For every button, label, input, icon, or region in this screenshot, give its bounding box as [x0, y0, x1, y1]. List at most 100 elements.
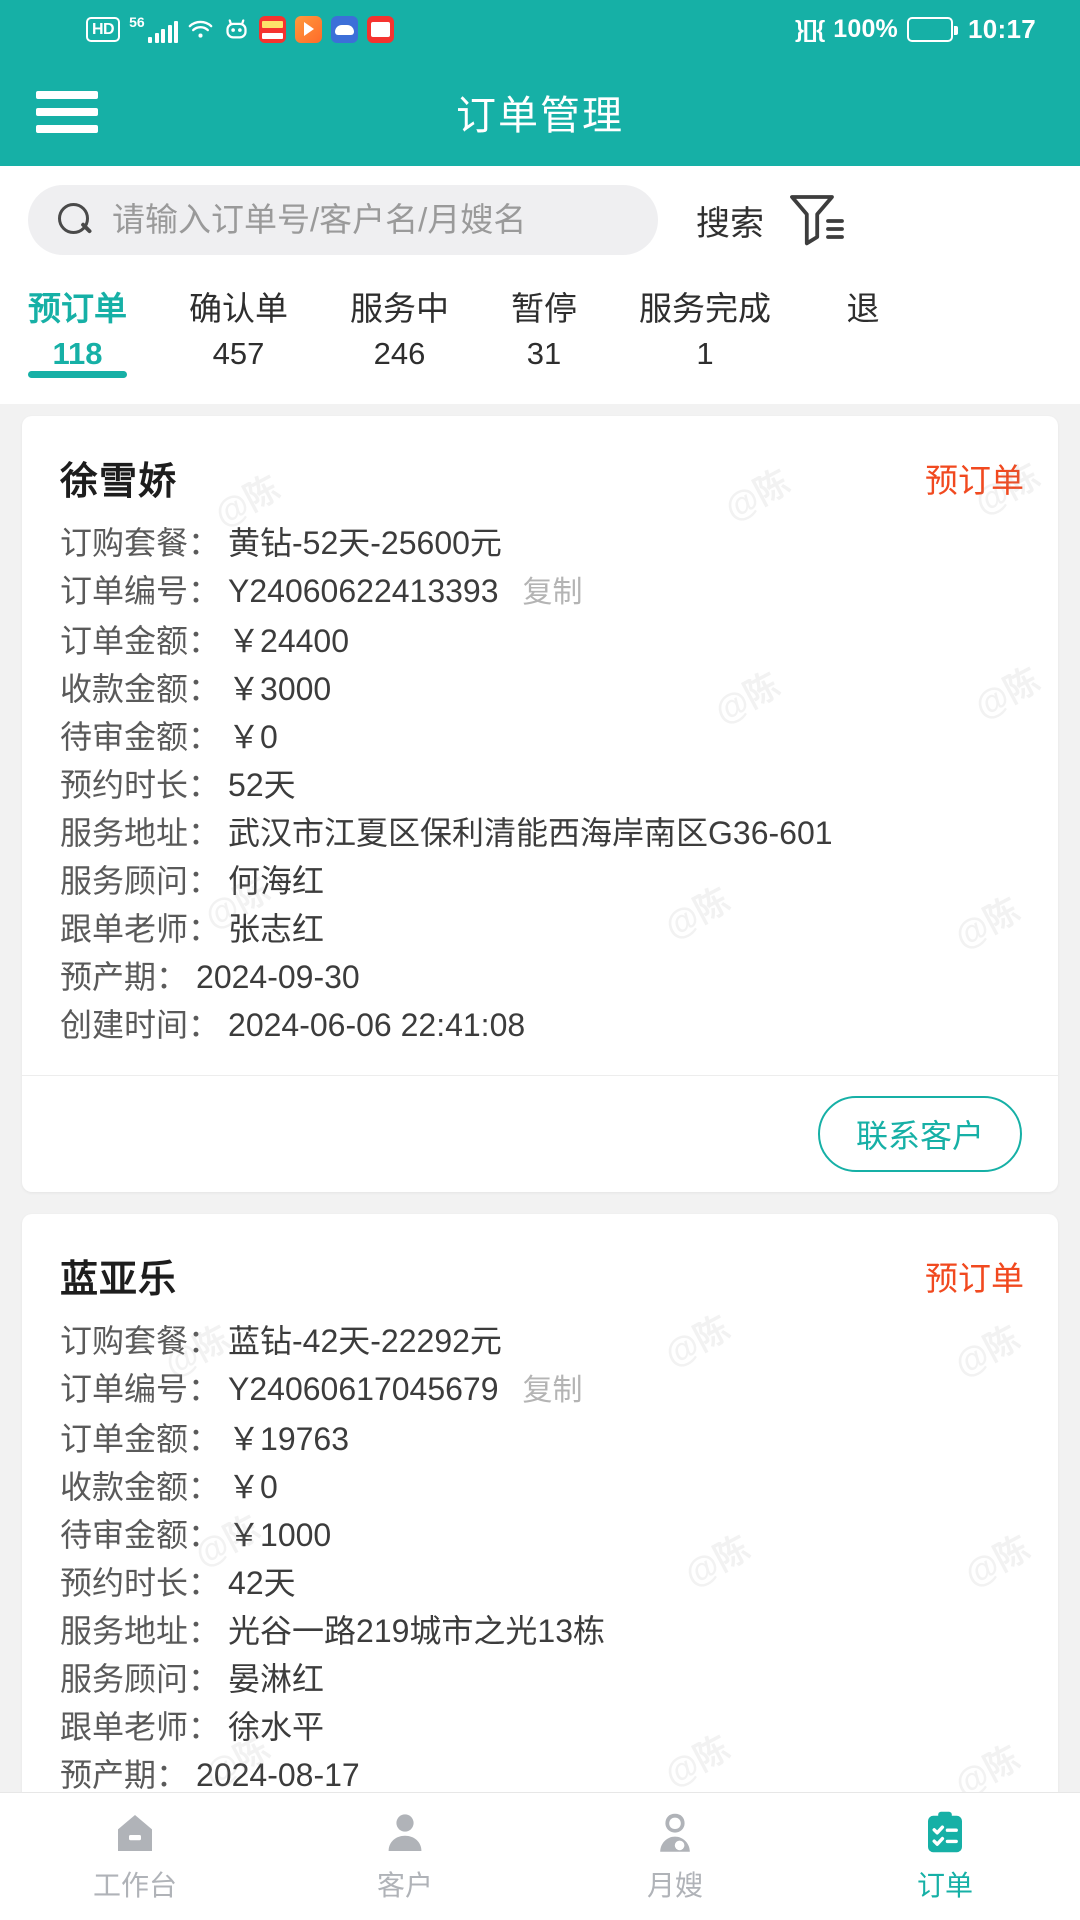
field-package: 订购套餐： 蓝钻-42天-22292元 — [60, 1317, 1020, 1365]
field-follower: 跟单老师： 张志红 — [60, 905, 1020, 953]
field-due-date: 预产期： 2024-09-30 — [60, 953, 1020, 1001]
field-label: 预产期： — [60, 1753, 188, 1792]
signal-bars-icon: 56 — [129, 16, 178, 43]
tab-count: 246 — [374, 332, 426, 376]
robot-icon — [223, 16, 250, 43]
search-box[interactable] — [28, 185, 658, 255]
filter-icon[interactable] — [786, 189, 846, 251]
person-icon — [381, 1809, 429, 1857]
field-value: 2024-08-17 — [196, 1753, 360, 1792]
app-root: HD 56 }[]{ 100% ◄ 10:17 — [0, 0, 1080, 1920]
order-card-body: 订购套餐： 黄钻-52天-25600元 订单编号： Y2406062241339… — [22, 505, 1058, 1075]
field-label: 订单金额： — [60, 1417, 220, 1461]
tab-confirmed[interactable]: 确认单 457 — [189, 274, 288, 376]
search-row: 搜索 — [0, 166, 1080, 274]
field-label: 订购套餐： — [60, 1319, 220, 1363]
field-value: 张志红 — [228, 907, 324, 951]
order-list[interactable]: @陈 @陈 @陈 @陈 @陈 @陈 @陈 @陈 徐雪娇 预订单 订购套餐： 黄钻… — [0, 404, 1080, 1792]
field-value: ￥19763 — [228, 1417, 349, 1461]
field-value: ￥1000 — [228, 1513, 331, 1557]
tab-count: 118 — [52, 332, 102, 376]
field-label: 服务地址： — [60, 1609, 220, 1653]
vibrate-icon: }[]{ — [795, 18, 824, 41]
copy-button[interactable]: 复制 — [523, 571, 583, 615]
order-card-body: 订购套餐： 蓝钻-42天-22292元 订单编号： Y2406061704567… — [22, 1303, 1058, 1792]
status-badge: 预订单 — [925, 1248, 1024, 1300]
field-received-amount: 收款金额： ￥3000 — [60, 665, 1020, 713]
tab-in-service[interactable]: 服务中 246 — [350, 274, 449, 376]
order-status-tabs[interactable]: 预订单 118 确认单 457 服务中 246 暂停 31 服务完成 1 退 — [0, 274, 1080, 404]
status-bar-left: HD 56 — [86, 16, 394, 43]
field-value: 蓝钻-42天-22292元 — [228, 1319, 502, 1363]
clipboard-check-icon — [921, 1809, 969, 1857]
nav-item-workbench[interactable]: 工作台 — [0, 1809, 270, 1904]
field-value: 42天 — [228, 1561, 296, 1605]
field-order-no: 订单编号： Y24060622413393 复制 — [60, 567, 1020, 617]
field-due-date: 预产期： 2024-08-17 — [60, 1751, 1020, 1792]
customer-name: 蓝亚乐 — [60, 1248, 177, 1303]
tab-count: 457 — [213, 332, 265, 376]
tab-paused[interactable]: 暂停 31 — [511, 274, 577, 376]
battery-percent-label: 100% — [833, 15, 898, 44]
nav-label: 月嫂 — [647, 1864, 703, 1904]
field-label: 待审金额： — [60, 715, 220, 759]
search-button[interactable]: 搜索 — [662, 196, 782, 245]
app-red-icon — [259, 16, 286, 43]
field-label: 跟单老师： — [60, 907, 220, 951]
field-label: 服务顾问： — [60, 859, 220, 903]
field-value: 武汉市江夏区保利清能西海岸南区G36-601 — [228, 811, 833, 855]
status-badge: 预订单 — [925, 450, 1024, 502]
tab-completed[interactable]: 服务完成 1 — [639, 274, 771, 376]
field-value: ￥24400 — [228, 619, 349, 663]
tab-preorder[interactable]: 预订单 118 — [28, 274, 127, 376]
app-blue-cloud-icon — [331, 16, 358, 43]
field-created-at: 创建时间： 2024-06-06 22:41:08 — [60, 1001, 1020, 1049]
field-received-amount: 收款金额： ￥0 — [60, 1463, 1020, 1511]
nanny-icon — [651, 1809, 699, 1857]
field-label: 订单编号： — [60, 1367, 220, 1411]
hamburger-menu-icon[interactable] — [36, 82, 98, 142]
field-package: 订购套餐： 黄钻-52天-25600元 — [60, 519, 1020, 567]
tab-refund-partial[interactable]: 退 — [833, 274, 893, 332]
field-value: 2024-06-06 22:41:08 — [228, 1003, 525, 1047]
search-input[interactable] — [112, 201, 628, 239]
network-type-label: 56 — [129, 14, 145, 30]
nav-item-order[interactable]: 订单 — [810, 1809, 1080, 1904]
field-duration: 预约时长： 42天 — [60, 1559, 1020, 1607]
contact-customer-button[interactable]: 联系客户 — [818, 1096, 1022, 1172]
order-card[interactable]: @陈 @陈 @陈 @陈 @陈 @陈 @陈 @陈 @陈 蓝亚乐 预订单 订购套餐：… — [22, 1214, 1058, 1792]
customer-name: 徐雪娇 — [60, 450, 177, 505]
field-value: ￥3000 — [228, 667, 331, 711]
field-advisor: 服务顾问： 晏淋红 — [60, 1655, 1020, 1703]
field-label: 订单编号： — [60, 569, 220, 613]
tab-label: 退 — [847, 286, 880, 332]
field-follower: 跟单老师： 徐水平 — [60, 1703, 1020, 1751]
field-label: 预约时长： — [60, 1561, 220, 1605]
order-card-header: 蓝亚乐 预订单 — [22, 1214, 1058, 1303]
tab-label: 服务中 — [350, 286, 449, 332]
tab-count: 1 — [696, 332, 713, 376]
field-label: 创建时间： — [60, 1003, 220, 1047]
order-card[interactable]: @陈 @陈 @陈 @陈 @陈 @陈 @陈 @陈 徐雪娇 预订单 订购套餐： 黄钻… — [22, 416, 1058, 1192]
app-bar: 订单管理 — [0, 58, 1080, 166]
field-order-amount: 订单金额： ￥19763 — [60, 1415, 1020, 1463]
copy-button[interactable]: 复制 — [523, 1369, 583, 1413]
nav-item-nanny[interactable]: 月嫂 — [540, 1809, 810, 1904]
field-pending-amount: 待审金额： ￥1000 — [60, 1511, 1020, 1559]
app-red-book-icon — [367, 16, 394, 43]
app-orange-play-icon — [295, 16, 322, 43]
field-value: 晏淋红 — [228, 1657, 324, 1701]
field-value: 52天 — [228, 763, 296, 807]
order-card-footer: 联系客户 — [22, 1075, 1058, 1192]
bottom-navigation[interactable]: 工作台 客户 月嫂 订 — [0, 1792, 1080, 1920]
field-value: 何海红 — [228, 859, 324, 903]
field-label: 服务地址： — [60, 811, 220, 855]
tab-label: 确认单 — [189, 286, 288, 332]
field-label: 待审金额： — [60, 1513, 220, 1557]
nav-item-customer[interactable]: 客户 — [270, 1809, 540, 1904]
field-label: 服务顾问： — [60, 1657, 220, 1701]
status-bar: HD 56 }[]{ 100% ◄ 10:17 — [0, 0, 1080, 58]
tab-count: 31 — [527, 332, 561, 376]
tab-label: 预订单 — [28, 286, 127, 332]
nav-label: 工作台 — [93, 1864, 177, 1904]
